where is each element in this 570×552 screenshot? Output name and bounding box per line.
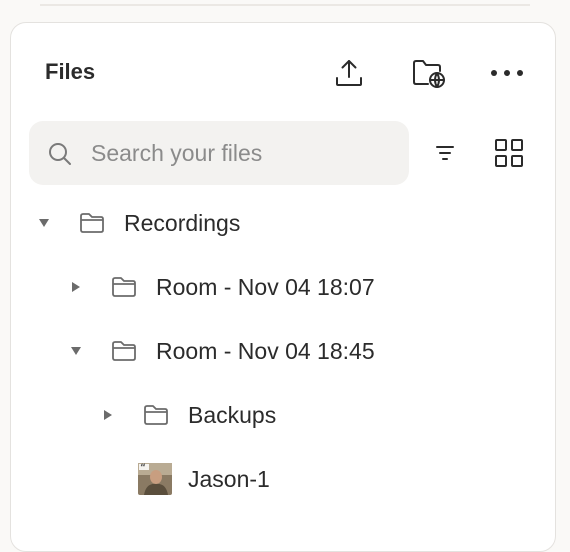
files-header: Files: [11, 23, 555, 123]
folder-icon: [80, 213, 104, 233]
grid-view-button[interactable]: [489, 133, 529, 173]
tree-item-jason-1[interactable]: “ Jason-1: [11, 451, 555, 507]
tree-item-label: Jason-1: [188, 466, 270, 492]
folder-icon: [112, 341, 136, 361]
panel-title: Files: [45, 59, 96, 84]
tree-item-label: Room - Nov 04 18:07: [156, 274, 375, 300]
tree-item-label: Recordings: [124, 210, 241, 236]
filter-button[interactable]: [425, 133, 465, 173]
caret-right-icon[interactable]: [98, 387, 118, 443]
folder-globe-icon: [413, 60, 445, 88]
caret-down-icon[interactable]: [66, 323, 86, 379]
more-options-button[interactable]: [487, 53, 527, 93]
tree-item-label: Room - Nov 04 18:45: [156, 338, 375, 364]
upload-button[interactable]: [329, 53, 369, 93]
folder-icon: [144, 405, 168, 425]
caret-down-icon[interactable]: [34, 195, 54, 251]
files-panel: Files Search your files Recordings Room …: [10, 22, 556, 552]
tree-item-backups[interactable]: Backups: [11, 387, 555, 443]
tree-item-room-1845[interactable]: Room - Nov 04 18:45: [11, 323, 555, 379]
top-divider: [40, 4, 530, 6]
video-thumbnail-icon: “: [138, 463, 172, 495]
upload-icon: [336, 60, 362, 86]
svg-text:“: “: [140, 463, 146, 473]
folder-icon: [112, 277, 136, 297]
tree-item-recordings[interactable]: Recordings: [11, 195, 555, 251]
grid-view-icon: [495, 139, 523, 167]
tree-item-room-1807[interactable]: Room - Nov 04 18:07: [11, 259, 555, 315]
filter-lines-icon: [436, 146, 454, 160]
shared-folder-button[interactable]: [409, 53, 449, 93]
search-input[interactable]: [91, 121, 391, 185]
search-box: [29, 121, 409, 185]
caret-right-icon[interactable]: [66, 259, 86, 315]
more-horizontal-icon: [491, 70, 523, 76]
tree-item-label: Backups: [188, 402, 277, 428]
search-icon: [49, 143, 71, 165]
